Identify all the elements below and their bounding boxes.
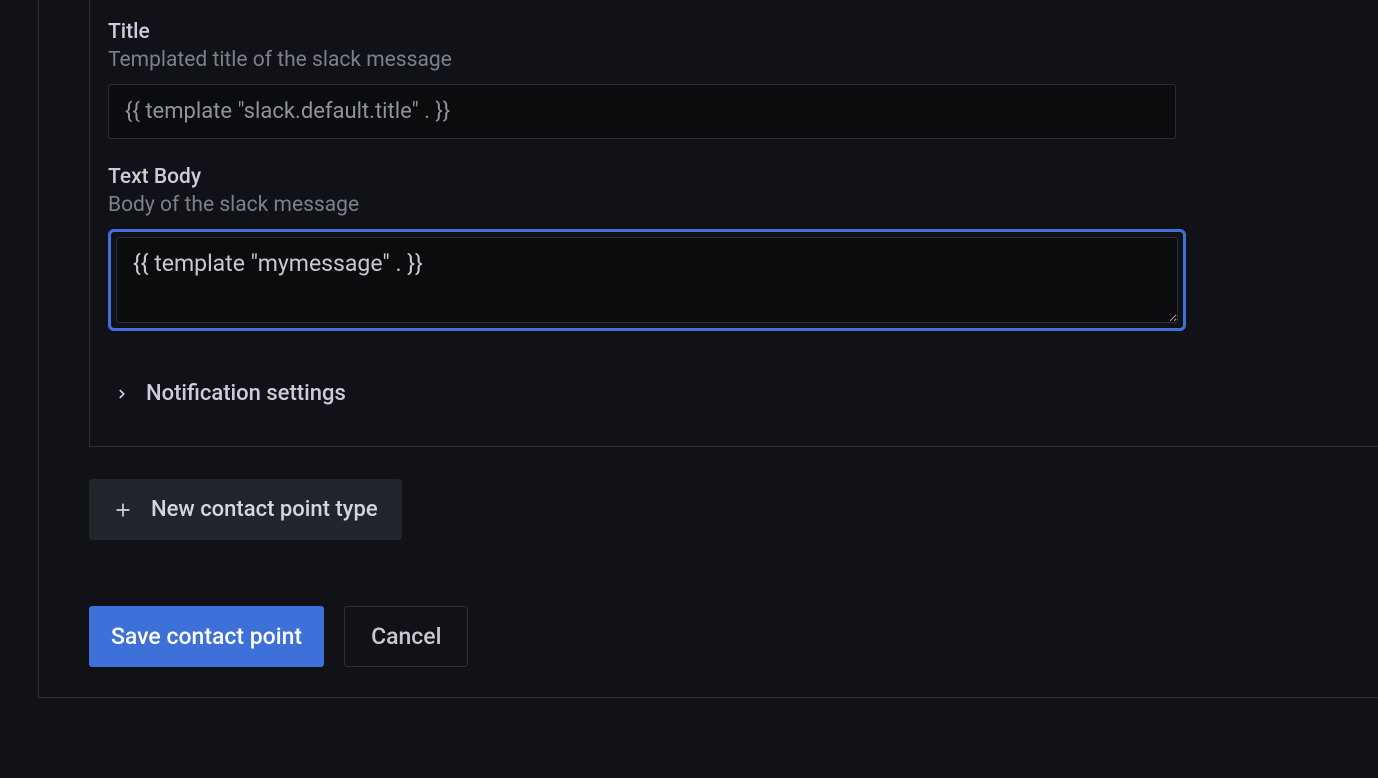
- text-body-label: Text Body: [108, 165, 1378, 189]
- title-input[interactable]: [108, 84, 1176, 139]
- title-label: Title: [108, 20, 1378, 44]
- outer-panel: Title Templated title of the slack messa…: [38, 0, 1378, 698]
- notification-settings-label: Notification settings: [146, 381, 346, 406]
- new-contact-point-type-button[interactable]: New contact point type: [89, 479, 402, 540]
- section-panel: Title Templated title of the slack messa…: [89, 0, 1378, 447]
- title-field-group: Title Templated title of the slack messa…: [108, 20, 1378, 139]
- text-body-input[interactable]: [116, 237, 1178, 323]
- text-body-description: Body of the slack message: [108, 193, 1378, 217]
- action-button-row: Save contact point Cancel: [89, 606, 1378, 667]
- save-button[interactable]: Save contact point: [89, 606, 324, 667]
- text-body-field-group: Text Body Body of the slack message: [108, 165, 1378, 331]
- notification-settings-toggle[interactable]: Notification settings: [108, 371, 1378, 416]
- text-body-focus-ring: [108, 229, 1186, 331]
- chevron-right-icon: [114, 386, 130, 402]
- plus-icon: [113, 500, 133, 520]
- new-contact-point-type-label: New contact point type: [151, 497, 378, 522]
- cancel-button[interactable]: Cancel: [344, 606, 468, 667]
- title-description: Templated title of the slack message: [108, 48, 1378, 72]
